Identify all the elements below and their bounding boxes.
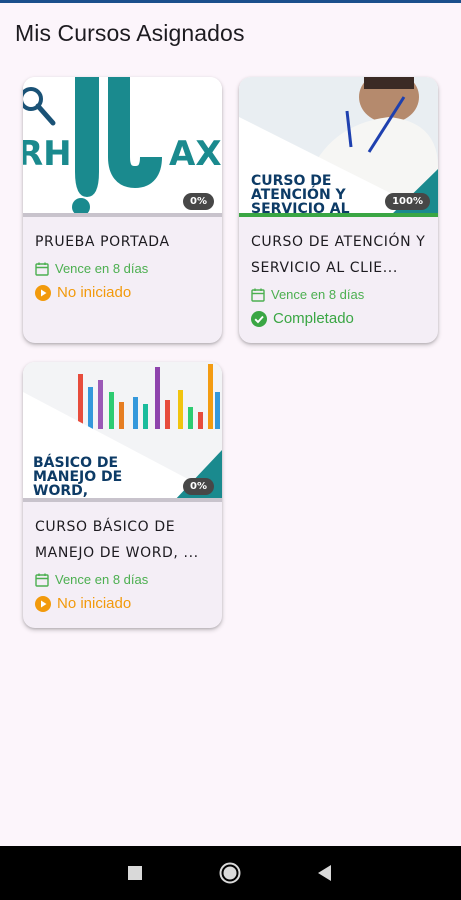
progress-bar xyxy=(239,213,438,217)
course-title: CURSO DE ATENCIÓN Y SERVICIO AL CLIE... xyxy=(251,234,426,276)
status-row: Completado xyxy=(251,310,426,327)
status-text: Completado xyxy=(273,310,354,327)
due-date-text: Vence en 8 días xyxy=(55,572,149,587)
due-date-text: Vence en 8 días xyxy=(55,261,149,276)
course-title: PRUEBA PORTADA xyxy=(35,234,170,250)
progress-percent-badge: 100% xyxy=(385,193,430,210)
play-circle-icon xyxy=(35,284,51,301)
due-date-text: Vence en 8 días xyxy=(271,287,365,302)
page-title: Mis Cursos Asignados xyxy=(15,20,245,46)
status-row: No iniciado xyxy=(35,284,210,301)
back-triangle-icon[interactable] xyxy=(312,860,338,886)
calendar-icon xyxy=(35,573,49,587)
course-card[interactable]: BÁSICO DE MANEJO DE WORD, 0% CURSO BÁSIC… xyxy=(23,362,222,628)
due-date-row: Vence en 8 días xyxy=(35,261,210,276)
course-thumbnail: RH AX 0% xyxy=(23,77,222,217)
system-navigation-bar xyxy=(0,846,461,900)
due-date-row: Vence en 8 días xyxy=(251,287,426,302)
progress-bar xyxy=(23,498,222,502)
status-text: No iniciado xyxy=(57,284,132,301)
progress-bar xyxy=(23,213,222,217)
recents-square-icon[interactable] xyxy=(122,860,148,886)
svg-text:AX: AX xyxy=(169,134,222,174)
course-thumbnail: CURSO DE ATENCIÓN Y SERVICIO AL 100% xyxy=(239,77,438,217)
course-title: CURSO BÁSICO DE MANEJO DE WORD, ... xyxy=(35,519,199,561)
calendar-icon xyxy=(251,288,265,302)
progress-percent-badge: 0% xyxy=(183,193,214,210)
course-card[interactable]: RH AX 0% PRUEBA PORTADA Vence en 8 días xyxy=(23,77,222,343)
calendar-icon xyxy=(35,262,49,276)
status-accent-line xyxy=(0,0,461,3)
progress-percent-badge: 0% xyxy=(183,478,214,495)
svg-text:RH: RH xyxy=(23,134,72,174)
status-row: No iniciado xyxy=(35,595,210,612)
thumbnail-text-line: WORD, xyxy=(33,483,88,499)
course-thumbnail: BÁSICO DE MANEJO DE WORD, 0% xyxy=(23,362,222,502)
status-text: No iniciado xyxy=(57,595,132,612)
check-circle-icon xyxy=(251,310,267,327)
play-circle-icon xyxy=(35,595,51,612)
home-circle-icon[interactable] xyxy=(217,860,243,886)
due-date-row: Vence en 8 días xyxy=(35,572,210,587)
course-card[interactable]: CURSO DE ATENCIÓN Y SERVICIO AL 100% CUR… xyxy=(239,77,438,343)
